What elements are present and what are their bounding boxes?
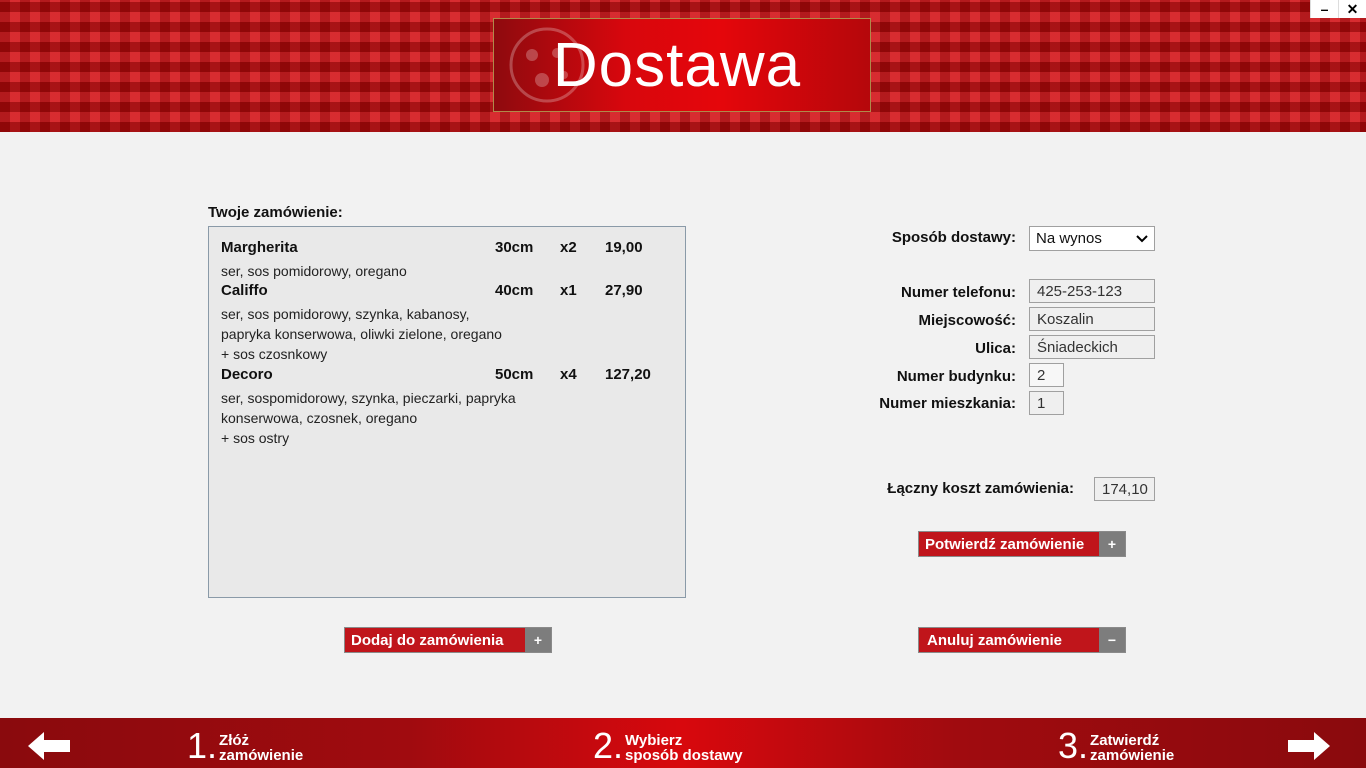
street-field[interactable]: Śniadeckich — [1029, 335, 1155, 359]
item-size: 30cm — [495, 239, 534, 256]
item-price: 19,00 — [605, 239, 643, 256]
title-box: Dostawa — [493, 18, 871, 112]
total-cost-field: 174,10 — [1094, 477, 1155, 501]
plus-icon: + — [1099, 532, 1125, 556]
apartment-number-field[interactable]: 1 — [1029, 391, 1064, 415]
cancel-order-button[interactable]: Anuluj zamówienie − — [918, 627, 1126, 653]
total-cost-label: Łączny koszt zamówienia: — [887, 480, 1074, 497]
order-item[interactable]: Margherita 30cm x2 19,00 ser, sos pomido… — [221, 239, 681, 281]
forward-arrow-icon[interactable] — [1288, 732, 1330, 760]
delivery-method-value: Na wynos — [1036, 230, 1102, 247]
step-2-number: 2. — [593, 725, 624, 766]
item-qty: x4 — [560, 366, 577, 383]
page-title: Dostawa — [552, 30, 802, 100]
city-label: Miejscowość: — [918, 312, 1016, 329]
delivery-method-label: Sposób dostawy: — [891, 229, 1016, 246]
item-qty: x1 — [560, 282, 577, 299]
step-3-number: 3. — [1058, 725, 1089, 766]
item-size: 40cm — [495, 282, 534, 299]
close-button[interactable]: ✕ — [1338, 0, 1366, 18]
add-to-order-label: Dodaj do zamówienia — [345, 628, 525, 652]
step-1-number: 1. — [187, 725, 218, 766]
chevron-down-icon — [1136, 234, 1148, 242]
item-qty: x2 — [560, 239, 577, 256]
step-1[interactable]: 1. Złóż zamówienie — [187, 726, 303, 766]
phone-label: Numer telefonu: — [900, 284, 1016, 301]
item-extra-sauce: + sos czosnkowy — [221, 346, 328, 362]
confirm-order-button[interactable]: Potwierdź zamówienie + — [918, 531, 1126, 557]
street-label: Ulica: — [975, 340, 1016, 357]
item-name: Califfo — [221, 282, 268, 299]
plus-icon: + — [525, 628, 551, 652]
add-to-order-button[interactable]: Dodaj do zamówienia + — [344, 627, 552, 653]
cancel-order-label: Anuluj zamówienie — [919, 628, 1099, 652]
item-ingredients: ser, sospomidorowy, szynka, pieczarki, p… — [221, 390, 516, 426]
order-label: Twoje zamówienie: — [208, 204, 343, 221]
step-1-line2: zamówienie — [219, 747, 304, 764]
step-2-line2: sposób dostawy — [625, 747, 743, 764]
item-price: 127,20 — [605, 366, 651, 383]
item-ingredients: ser, sos pomidorowy, szynka, kabanosy, p… — [221, 306, 502, 342]
item-size: 50cm — [495, 366, 534, 383]
apartment-number-label: Numer mieszkania: — [879, 395, 1016, 412]
step-3-line2: zamówienie — [1090, 747, 1175, 764]
window-controls: – ✕ — [1310, 0, 1366, 18]
step-2[interactable]: 2. Wybierz sposób dostawy — [593, 726, 743, 766]
item-price: 27,90 — [605, 282, 643, 299]
back-arrow-icon[interactable] — [28, 732, 70, 760]
phone-field[interactable]: 425-253-123 — [1029, 279, 1155, 303]
minus-icon: − — [1099, 628, 1125, 652]
item-extra-sauce: + sos ostry — [221, 430, 290, 446]
step-3[interactable]: 3. Zatwierdź zamówienie — [1058, 726, 1174, 766]
item-ingredients: ser, sos pomidorowy, oregano — [221, 263, 407, 279]
order-item[interactable]: Califfo 40cm x1 27,90 ser, sos pomidorow… — [221, 282, 681, 364]
confirm-order-label: Potwierdź zamówienie — [919, 532, 1099, 556]
item-name: Decoro — [221, 366, 273, 383]
building-number-label: Numer budynku: — [896, 368, 1016, 385]
item-name: Margherita — [221, 239, 298, 256]
delivery-method-select[interactable]: Na wynos — [1029, 226, 1155, 251]
city-field[interactable]: Koszalin — [1029, 307, 1155, 331]
order-list[interactable]: Margherita 30cm x2 19,00 ser, sos pomido… — [208, 226, 686, 598]
order-item[interactable]: Decoro 50cm x4 127,20 ser, sospomidorowy… — [221, 366, 681, 448]
building-number-field[interactable]: 2 — [1029, 363, 1064, 387]
minimize-button[interactable]: – — [1310, 0, 1338, 18]
